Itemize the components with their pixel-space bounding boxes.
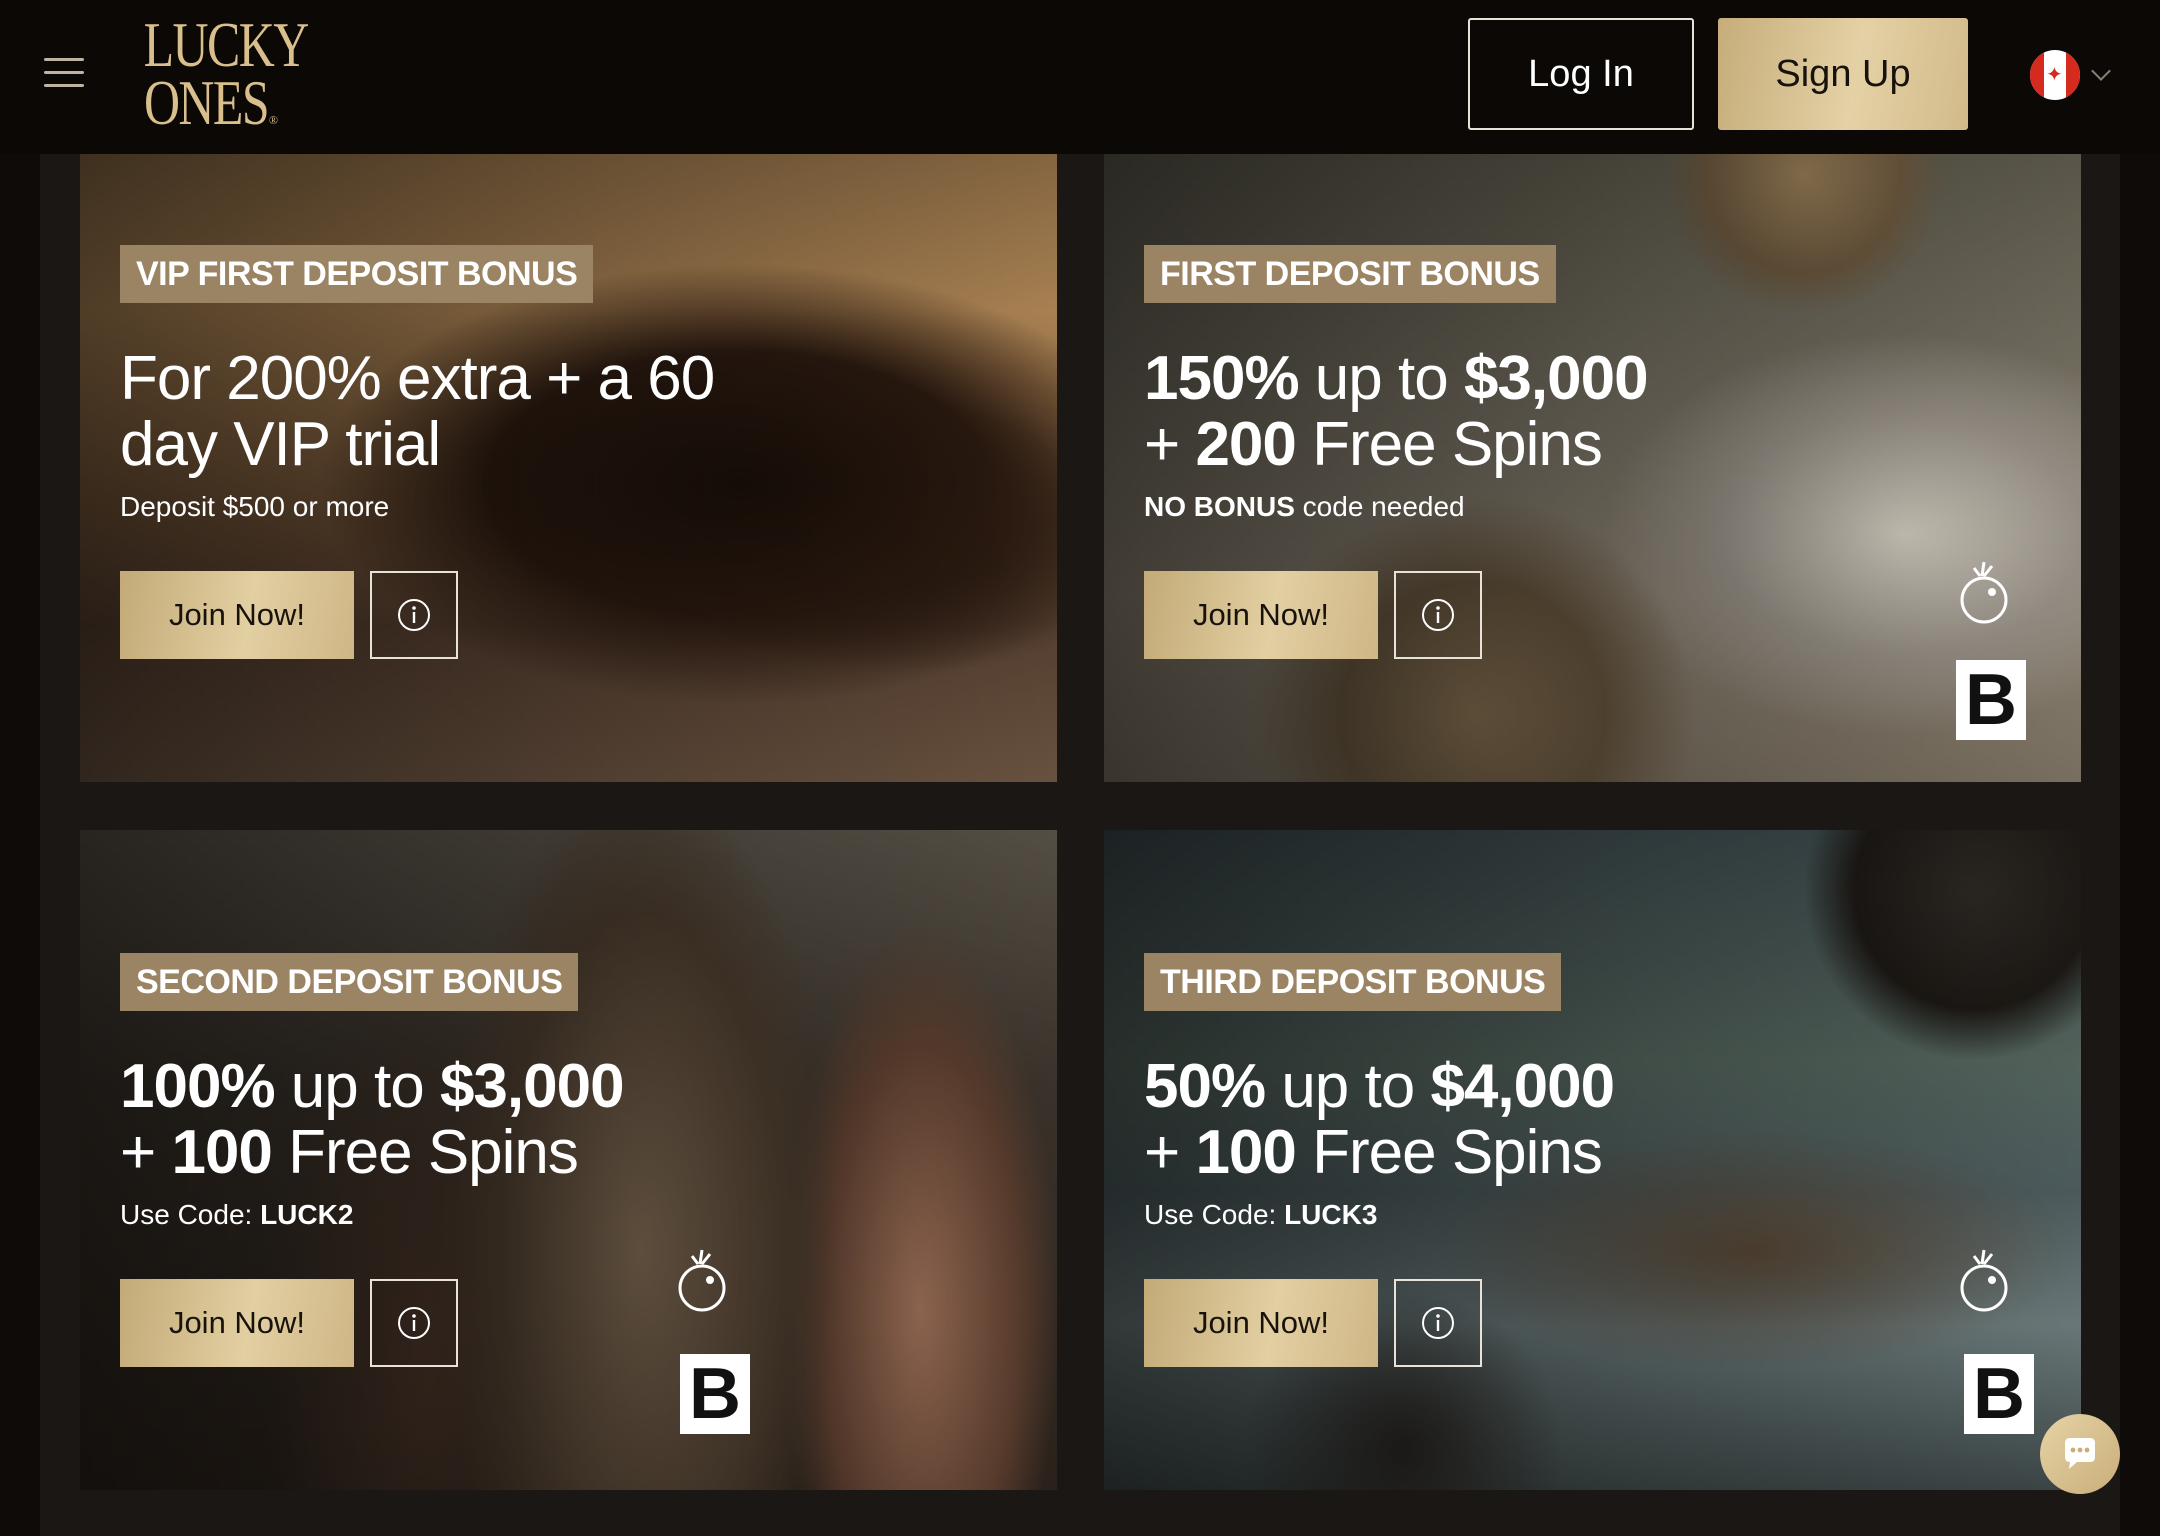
lucky-ones-logo[interactable]: LUCKY ONES ® xyxy=(126,9,310,138)
promo-subtext: Use Code: LUCK3 xyxy=(1144,1199,1378,1230)
registered-mark: ® xyxy=(268,113,278,127)
promo-card-vip-first-deposit: VIP FIRST DEPOSIT BONUS For 200% extra +… xyxy=(80,154,1057,782)
chevron-down-icon[interactable] xyxy=(2091,61,2111,81)
join-now-button[interactable]: Join Now! xyxy=(1144,571,1378,659)
site-header: LUCKY ONES ® Log In Sign Up ✦ xyxy=(0,0,2160,154)
join-now-button[interactable]: Join Now! xyxy=(120,1279,354,1367)
logo-line-2: ONES xyxy=(143,67,270,138)
promo-badge: THIRD DEPOSIT BONUS xyxy=(1144,953,1562,1011)
promotions-grid: VIP FIRST DEPOSIT BONUS For 200% extra +… xyxy=(40,154,2120,1536)
promo-subtext: Deposit $500 or more xyxy=(120,491,390,522)
logo-line-1: LUCKY xyxy=(143,9,310,80)
bomb-mark-icon xyxy=(1960,1249,2008,1312)
info-button[interactable] xyxy=(370,571,458,659)
b-badge-icon: B xyxy=(1964,1354,2034,1434)
bomb-mark-icon xyxy=(1960,561,2008,624)
join-now-button[interactable]: Join Now! xyxy=(120,571,354,659)
info-icon xyxy=(398,1307,430,1339)
canada-flag-icon[interactable]: ✦ xyxy=(2030,50,2080,100)
hamburger-menu-icon[interactable] xyxy=(44,58,84,88)
promo-subtext: NO BONUS code needed xyxy=(1144,491,1465,522)
info-icon xyxy=(398,599,430,631)
info-icon xyxy=(1422,1307,1454,1339)
info-button[interactable] xyxy=(1394,571,1482,659)
login-button[interactable]: Log In xyxy=(1468,18,1694,130)
promo-headline: For 200% extra + a 60 day VIP trial xyxy=(120,344,715,479)
promo-headline: 150% up to $3,000 + 200 Free Spins xyxy=(1144,344,1649,479)
promo-badge: SECOND DEPOSIT BONUS xyxy=(120,953,579,1011)
b-badge-icon: B xyxy=(680,1354,750,1434)
promo-badge: FIRST DEPOSIT BONUS xyxy=(1144,245,1556,303)
b-badge-icon: B xyxy=(1956,660,2026,740)
info-button[interactable] xyxy=(1394,1279,1482,1367)
info-button[interactable] xyxy=(370,1279,458,1367)
promo-card-third-deposit: THIRD DEPOSIT BONUS 50% up to $4,000 + 1… xyxy=(1104,830,2081,1490)
promo-subtext: Use Code: LUCK2 xyxy=(120,1199,354,1230)
chat-button[interactable] xyxy=(2040,1414,2120,1494)
signup-button[interactable]: Sign Up xyxy=(1718,18,1968,130)
promo-headline: 100% up to $3,000 + 100 Free Spins xyxy=(120,1052,625,1187)
promo-headline: 50% up to $4,000 + 100 Free Spins xyxy=(1144,1052,1615,1187)
promo-card-first-deposit: FIRST DEPOSIT BONUS 150% up to $3,000 + … xyxy=(1104,154,2081,782)
info-icon xyxy=(1422,599,1454,631)
promo-badge: VIP FIRST DEPOSIT BONUS xyxy=(120,245,594,303)
chat-bubble-icon xyxy=(2065,1438,2095,1469)
promo-card-second-deposit: SECOND DEPOSIT BONUS 100% up to $3,000 +… xyxy=(80,830,1057,1490)
join-now-button[interactable]: Join Now! xyxy=(1144,1279,1378,1367)
bomb-mark-icon xyxy=(678,1249,726,1312)
